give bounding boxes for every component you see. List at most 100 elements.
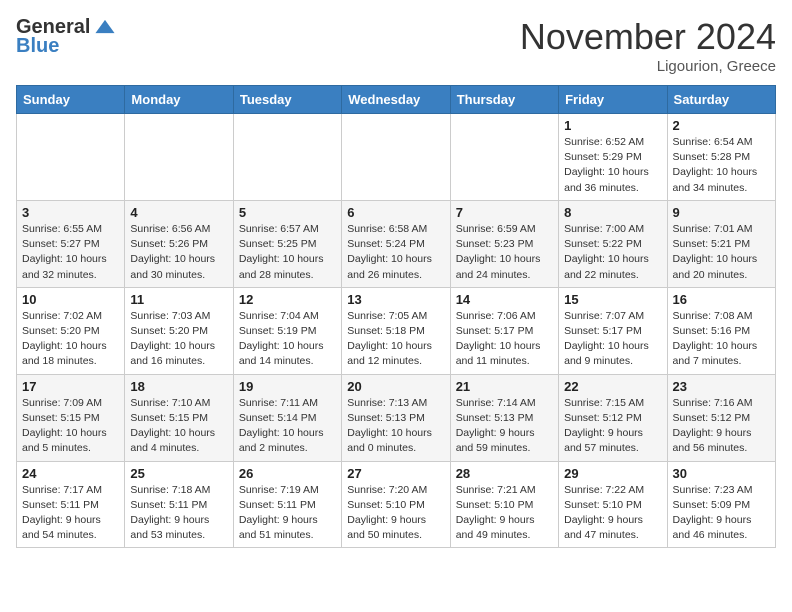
calendar-cell: 15 Sunrise: 7:07 AM Sunset: 5:17 PM Dayli…: [559, 287, 667, 374]
logo-blue: Blue: [16, 35, 59, 58]
calendar-cell: 28 Sunrise: 7:21 AM Sunset: 5:10 PM Dayli…: [450, 461, 558, 548]
day-number: 16: [673, 292, 770, 307]
day-info: Sunrise: 7:07 AM Sunset: 5:17 PM Dayligh…: [564, 309, 661, 370]
logo: General Blue: [16, 16, 116, 58]
calendar-cell: [450, 114, 558, 201]
day-info: Sunrise: 7:06 AM Sunset: 5:17 PM Dayligh…: [456, 309, 553, 370]
day-number: 27: [347, 466, 444, 481]
day-info: Sunrise: 6:59 AM Sunset: 5:23 PM Dayligh…: [456, 222, 553, 283]
day-number: 15: [564, 292, 661, 307]
day-info: Sunrise: 6:58 AM Sunset: 5:24 PM Dayligh…: [347, 222, 444, 283]
day-info: Sunrise: 7:10 AM Sunset: 5:15 PM Dayligh…: [130, 396, 227, 457]
day-info: Sunrise: 7:02 AM Sunset: 5:20 PM Dayligh…: [22, 309, 119, 370]
calendar-cell: 8 Sunrise: 7:00 AM Sunset: 5:22 PM Daylig…: [559, 200, 667, 287]
calendar-cell: 11 Sunrise: 7:03 AM Sunset: 5:20 PM Dayli…: [125, 287, 233, 374]
calendar-cell: 22Sunrise: 7:15 AM Sunset: 5:12 PM Dayli…: [559, 374, 667, 461]
day-info: Sunrise: 7:20 AM Sunset: 5:10 PM Dayligh…: [347, 483, 444, 544]
calendar-cell: 17 Sunrise: 7:09 AM Sunset: 5:15 PM Dayli…: [17, 374, 125, 461]
day-info: Sunrise: 7:17 AM Sunset: 5:11 PM Dayligh…: [22, 483, 119, 544]
day-number: 9: [673, 205, 770, 220]
day-number: 2: [673, 118, 770, 133]
day-number: 14: [456, 292, 553, 307]
calendar-cell: 14 Sunrise: 7:06 AM Sunset: 5:17 PM Dayli…: [450, 287, 558, 374]
calendar-cell: 27 Sunrise: 7:20 AM Sunset: 5:10 PM Dayli…: [342, 461, 450, 548]
calendar-cell: 2 Sunrise: 6:54 AM Sunset: 5:28 PM Daylig…: [667, 114, 775, 201]
calendar-cell: 1 Sunrise: 6:52 AM Sunset: 5:29 PM Daylig…: [559, 114, 667, 201]
day-info: Sunrise: 7:03 AM Sunset: 5:20 PM Dayligh…: [130, 309, 227, 370]
calendar-cell: 13Sunrise: 7:05 AM Sunset: 5:18 PM Dayli…: [342, 287, 450, 374]
day-info: Sunrise: 7:23 AM Sunset: 5:09 PM Dayligh…: [673, 483, 770, 544]
day-info: Sunrise: 7:11 AM Sunset: 5:14 PM Dayligh…: [239, 396, 336, 457]
calendar-cell: 19 Sunrise: 7:11 AM Sunset: 5:14 PM Dayli…: [233, 374, 341, 461]
calendar-cell: 7 Sunrise: 6:59 AM Sunset: 5:23 PM Daylig…: [450, 200, 558, 287]
day-info: Sunrise: 6:57 AM Sunset: 5:25 PM Dayligh…: [239, 222, 336, 283]
day-number: 23: [673, 379, 770, 394]
day-info: Sunrise: 7:01 AM Sunset: 5:21 PM Dayligh…: [673, 222, 770, 283]
calendar-cell: 26 Sunrise: 7:19 AM Sunset: 5:11 PM Dayli…: [233, 461, 341, 548]
day-number: 10: [22, 292, 119, 307]
day-number: 29: [564, 466, 661, 481]
day-number: 24: [22, 466, 119, 481]
weekday-header-sunday: Sunday: [17, 86, 125, 114]
day-number: 26: [239, 466, 336, 481]
day-number: 5: [239, 205, 336, 220]
calendar-cell: 9 Sunrise: 7:01 AM Sunset: 5:21 PM Daylig…: [667, 200, 775, 287]
weekday-header-row: SundayMondayTuesdayWednesdayThursdayFrid…: [17, 86, 776, 114]
month-title: November 2024: [520, 16, 776, 58]
week-row-4: 17 Sunrise: 7:09 AM Sunset: 5:15 PM Dayli…: [17, 374, 776, 461]
day-number: 8: [564, 205, 661, 220]
weekday-header-monday: Monday: [125, 86, 233, 114]
day-info: Sunrise: 6:56 AM Sunset: 5:26 PM Dayligh…: [130, 222, 227, 283]
day-info: Sunrise: 7:18 AM Sunset: 5:11 PM Dayligh…: [130, 483, 227, 544]
day-info: Sunrise: 7:22 AM Sunset: 5:10 PM Dayligh…: [564, 483, 661, 544]
calendar-cell: 6 Sunrise: 6:58 AM Sunset: 5:24 PM Daylig…: [342, 200, 450, 287]
day-info: Sunrise: 7:19 AM Sunset: 5:11 PM Dayligh…: [239, 483, 336, 544]
day-info: Sunrise: 6:54 AM Sunset: 5:28 PM Dayligh…: [673, 135, 770, 196]
day-number: 20: [347, 379, 444, 394]
day-number: 30: [673, 466, 770, 481]
day-number: 4: [130, 205, 227, 220]
weekday-header-wednesday: Wednesday: [342, 86, 450, 114]
weekday-header-thursday: Thursday: [450, 86, 558, 114]
day-number: 19: [239, 379, 336, 394]
day-number: 1: [564, 118, 661, 133]
calendar-cell: 21 Sunrise: 7:14 AM Sunset: 5:13 PM Dayli…: [450, 374, 558, 461]
day-number: 17: [22, 379, 119, 394]
day-info: Sunrise: 6:52 AM Sunset: 5:29 PM Dayligh…: [564, 135, 661, 196]
day-number: 21: [456, 379, 553, 394]
day-info: Sunrise: 7:00 AM Sunset: 5:22 PM Dayligh…: [564, 222, 661, 283]
day-info: Sunrise: 7:14 AM Sunset: 5:13 PM Dayligh…: [456, 396, 553, 457]
calendar-cell: 18Sunrise: 7:10 AM Sunset: 5:15 PM Dayli…: [125, 374, 233, 461]
day-info: Sunrise: 7:08 AM Sunset: 5:16 PM Dayligh…: [673, 309, 770, 370]
weekday-header-saturday: Saturday: [667, 86, 775, 114]
week-row-2: 3Sunrise: 6:55 AM Sunset: 5:27 PM Daylig…: [17, 200, 776, 287]
week-row-5: 24 Sunrise: 7:17 AM Sunset: 5:11 PM Dayli…: [17, 461, 776, 548]
day-number: 7: [456, 205, 553, 220]
calendar-cell: 4 Sunrise: 6:56 AM Sunset: 5:26 PM Daylig…: [125, 200, 233, 287]
day-number: 6: [347, 205, 444, 220]
day-number: 28: [456, 466, 553, 481]
day-number: 22: [564, 379, 661, 394]
day-info: Sunrise: 7:04 AM Sunset: 5:19 PM Dayligh…: [239, 309, 336, 370]
calendar-cell: 16 Sunrise: 7:08 AM Sunset: 5:16 PM Dayli…: [667, 287, 775, 374]
calendar-cell: 12 Sunrise: 7:04 AM Sunset: 5:19 PM Dayli…: [233, 287, 341, 374]
calendar-cell: 10 Sunrise: 7:02 AM Sunset: 5:20 PM Dayli…: [17, 287, 125, 374]
calendar-cell: 20Sunrise: 7:13 AM Sunset: 5:13 PM Dayli…: [342, 374, 450, 461]
week-row-3: 10 Sunrise: 7:02 AM Sunset: 5:20 PM Dayli…: [17, 287, 776, 374]
calendar-cell: [342, 114, 450, 201]
day-number: 11: [130, 292, 227, 307]
calendar-cell: 5 Sunrise: 6:57 AM Sunset: 5:25 PM Daylig…: [233, 200, 341, 287]
calendar-table: SundayMondayTuesdayWednesdayThursdayFrid…: [16, 85, 776, 548]
calendar-cell: 23Sunrise: 7:16 AM Sunset: 5:12 PM Dayli…: [667, 374, 775, 461]
day-info: Sunrise: 7:09 AM Sunset: 5:15 PM Dayligh…: [22, 396, 119, 457]
day-number: 12: [239, 292, 336, 307]
day-number: 13: [347, 292, 444, 307]
title-block: November 2024 Ligourion, Greece: [520, 16, 776, 75]
weekday-header-friday: Friday: [559, 86, 667, 114]
logo-icon: [94, 17, 116, 39]
calendar-cell: 3Sunrise: 6:55 AM Sunset: 5:27 PM Daylig…: [17, 200, 125, 287]
calendar-cell: 30 Sunrise: 7:23 AM Sunset: 5:09 PM Dayli…: [667, 461, 775, 548]
day-info: Sunrise: 7:21 AM Sunset: 5:10 PM Dayligh…: [456, 483, 553, 544]
day-info: Sunrise: 6:55 AM Sunset: 5:27 PM Dayligh…: [22, 222, 119, 283]
calendar-cell: 29 Sunrise: 7:22 AM Sunset: 5:10 PM Dayli…: [559, 461, 667, 548]
